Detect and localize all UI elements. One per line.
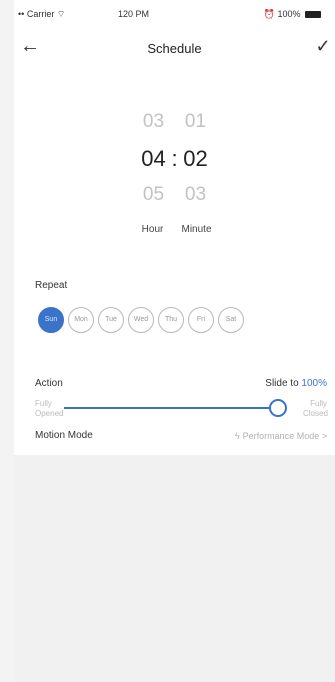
wifi-icon: ⌔: [56, 9, 66, 19]
repeat-days: Sun Mon Tue Wed Thu Fri Sat: [38, 307, 248, 333]
day-mon[interactable]: Mon: [68, 307, 94, 333]
battery-icon: [305, 11, 321, 19]
battery-percent: 100%: [277, 9, 301, 19]
bolt-icon: ϟ: [234, 431, 240, 441]
fully-closed-line2: Closed: [303, 409, 328, 418]
picker-units: Hour Minute: [14, 224, 335, 235]
slide-to-text: Slide to 100%: [265, 378, 327, 389]
selected-hour: 04: [141, 146, 166, 171]
slide-prefix: Slide to: [265, 378, 299, 389]
motion-mode-value: Performance Mode: [242, 431, 320, 441]
status-right: ⏰ 100%: [264, 9, 321, 20]
status-bar: •• Carrier ⌔ 120 PM ⏰ 100%: [14, 0, 335, 28]
picker-row-next[interactable]: 05 03: [14, 184, 335, 206]
signal-icon: ••: [18, 9, 25, 19]
day-sun[interactable]: Sun: [38, 307, 64, 333]
carrier-name: Carrier: [26, 9, 55, 19]
fully-closed-label: Fully Closed: [303, 399, 328, 419]
position-slider-thumb[interactable]: [269, 399, 287, 417]
hour-label: Hour: [141, 224, 164, 235]
phone-screen: •• Carrier ⌔ 120 PM ⏰ 100% ← Schedule ✓ …: [14, 0, 335, 682]
motion-mode-label: Motion Mode: [35, 430, 93, 441]
status-time: 120 PM: [118, 9, 150, 19]
next-minute: 03: [184, 184, 207, 205]
prev-hour: 03: [142, 111, 165, 132]
day-thu[interactable]: Thu: [158, 307, 184, 333]
settings-panel: Repeat Sun Mon Tue Wed Thu Fri Sat Actio…: [14, 250, 335, 455]
time-picker[interactable]: 03 01 04:02 05 03 Hour Minute: [14, 66, 335, 250]
nav-bar: ← Schedule ✓: [14, 28, 335, 66]
page-title: Schedule: [147, 41, 202, 56]
picker-row-selected[interactable]: 04:02: [14, 146, 335, 172]
prev-minute: 01: [184, 111, 207, 132]
day-wed[interactable]: Wed: [128, 307, 154, 333]
fully-opened-line1: Fully: [35, 399, 52, 408]
position-slider-track[interactable]: [64, 407, 274, 409]
alarm-icon: ⏰: [263, 9, 275, 19]
time-separator: :: [171, 146, 178, 171]
day-sat[interactable]: Sat: [218, 307, 244, 333]
slide-percent: 100%: [301, 378, 327, 389]
chevron-right-icon: >: [321, 431, 327, 441]
selected-minute: 02: [183, 146, 208, 171]
checkmark-icon[interactable]: ✓: [311, 34, 335, 58]
action-label: Action: [35, 378, 63, 389]
motion-mode-selector[interactable]: ϟ Performance Mode >: [235, 431, 327, 441]
minute-label: Minute: [181, 224, 212, 235]
picker-row-prev[interactable]: 03 01: [14, 111, 335, 133]
next-hour: 05: [142, 184, 165, 205]
fully-opened-label: Fully Opened: [35, 399, 63, 419]
day-fri[interactable]: Fri: [188, 307, 214, 333]
carrier-label: •• Carrier ⌔: [18, 9, 65, 20]
day-tue[interactable]: Tue: [98, 307, 124, 333]
repeat-label: Repeat: [35, 280, 68, 291]
fully-closed-line1: Fully: [310, 399, 327, 408]
fully-opened-line2: Opened: [35, 409, 64, 418]
